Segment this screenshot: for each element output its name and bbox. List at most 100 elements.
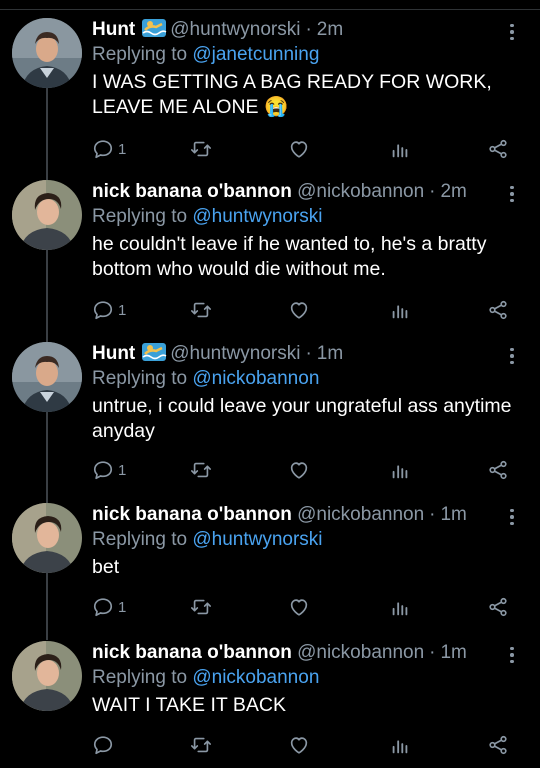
thread-line xyxy=(46,412,48,504)
display-name[interactable]: nick banana o'bannon xyxy=(92,504,292,525)
display-name[interactable]: nick banana o'bannon xyxy=(92,181,292,202)
reply-button[interactable]: 1 xyxy=(92,594,126,620)
tweet[interactable]: nick banana o'bannon @nickobannon · 1m Rep… xyxy=(0,641,540,768)
retweet-icon xyxy=(190,459,212,481)
avatar[interactable] xyxy=(12,18,82,88)
display-name[interactable]: Hunt xyxy=(92,19,135,40)
reply-count: 1 xyxy=(118,598,127,616)
more-options-icon[interactable] xyxy=(502,182,522,206)
share-button[interactable] xyxy=(487,594,509,620)
more-options-icon[interactable] xyxy=(502,344,522,368)
share-button[interactable] xyxy=(487,732,509,758)
like-button[interactable] xyxy=(288,594,310,620)
analytics-button[interactable] xyxy=(389,136,411,162)
more-options-icon[interactable] xyxy=(502,20,522,44)
avatar[interactable] xyxy=(12,180,82,250)
reply-button[interactable]: 1 xyxy=(92,136,126,162)
analytics-icon xyxy=(389,459,411,481)
share-icon xyxy=(487,734,509,756)
timestamp[interactable]: 2m xyxy=(317,19,343,40)
tweet[interactable]: Hunt @huntwynorski · 2m Replying to @janetc… xyxy=(0,18,540,186)
handle[interactable]: @nickobannon xyxy=(297,642,424,663)
action-bar: 1 xyxy=(92,594,522,620)
share-button[interactable] xyxy=(487,136,509,162)
timestamp[interactable]: 1m xyxy=(440,642,466,663)
separator: · xyxy=(305,19,312,40)
retweet-button[interactable] xyxy=(190,136,212,162)
handle[interactable]: @nickobannon xyxy=(297,504,424,525)
reply-icon xyxy=(92,138,114,160)
like-button[interactable] xyxy=(288,732,310,758)
reply-context: Replying to @huntwynorski xyxy=(92,205,526,229)
analytics-button[interactable] xyxy=(389,297,411,323)
tweet-text: I WAS GETTING A BAG READY FOR WORK, LEAV… xyxy=(92,71,492,118)
like-button[interactable] xyxy=(288,297,310,323)
separator: · xyxy=(429,504,436,525)
display-name[interactable]: nick banana o'bannon xyxy=(92,642,292,663)
tweet[interactable]: Hunt @huntwynorski · 1m Replying to @nickob… xyxy=(0,342,540,504)
tweet[interactable]: nick banana o'bannon @nickobannon · 2m Rep… xyxy=(0,180,540,342)
share-button[interactable] xyxy=(487,457,509,483)
reply-context: Replying to @nickobannon xyxy=(92,367,526,391)
share-button[interactable] xyxy=(487,297,509,323)
like-icon xyxy=(288,459,310,481)
share-icon xyxy=(487,459,509,481)
more-options-icon[interactable] xyxy=(502,505,522,529)
tweet[interactable]: nick banana o'bannon @nickobannon · 1m Rep… xyxy=(0,503,540,640)
retweet-icon xyxy=(190,138,212,160)
retweet-icon xyxy=(190,734,212,756)
handle[interactable]: @huntwynorski xyxy=(170,19,300,40)
separator: · xyxy=(429,181,436,202)
reply-icon xyxy=(92,596,114,618)
reply-button[interactable] xyxy=(92,732,118,758)
timestamp[interactable]: 2m xyxy=(440,181,466,202)
timestamp[interactable]: 1m xyxy=(317,343,343,364)
thread-line xyxy=(46,88,48,186)
handle[interactable]: @nickobannon xyxy=(297,181,424,202)
analytics-button[interactable] xyxy=(389,594,411,620)
like-button[interactable] xyxy=(288,136,310,162)
action-bar: 1 xyxy=(92,136,522,162)
retweet-button[interactable] xyxy=(190,594,212,620)
retweet-icon xyxy=(190,596,212,618)
reply-to-link[interactable]: @nickobannon xyxy=(192,667,319,688)
reply-button[interactable]: 1 xyxy=(92,457,126,483)
share-icon xyxy=(487,299,509,321)
reply-prefix: Replying to xyxy=(92,667,188,688)
like-button[interactable] xyxy=(288,457,310,483)
reply-context: Replying to @huntwynorski xyxy=(92,528,526,552)
reply-to-link[interactable]: @nickobannon xyxy=(192,368,319,389)
tweet-text: he couldn't leave if he wanted to, he's … xyxy=(92,233,487,280)
retweet-button[interactable] xyxy=(190,732,212,758)
action-bar xyxy=(92,732,522,758)
retweet-button[interactable] xyxy=(190,457,212,483)
reply-to-link[interactable]: @huntwynorski xyxy=(192,206,322,227)
timestamp[interactable]: 1m xyxy=(440,504,466,525)
like-icon xyxy=(288,299,310,321)
reply-button[interactable]: 1 xyxy=(92,297,126,323)
reply-prefix: Replying to xyxy=(92,44,188,65)
separator: · xyxy=(429,642,436,663)
reply-count: 1 xyxy=(118,301,127,319)
avatar[interactable] xyxy=(12,641,82,711)
tweet-text: bet xyxy=(92,556,120,578)
reply-to-link[interactable]: @huntwynorski xyxy=(192,529,322,550)
separator: · xyxy=(305,343,312,364)
tweet-text: WAIT I TAKE IT BACK xyxy=(92,694,286,716)
reply-to-link[interactable]: @janetcunning xyxy=(192,44,319,65)
swimmer-emoji-icon xyxy=(141,18,167,45)
analytics-button[interactable] xyxy=(389,732,411,758)
reply-prefix: Replying to xyxy=(92,529,188,550)
swimmer-emoji-icon xyxy=(141,342,167,369)
retweet-button[interactable] xyxy=(190,297,212,323)
share-icon xyxy=(487,596,509,618)
handle[interactable]: @huntwynorski xyxy=(170,343,300,364)
tweet-text: untrue, i could leave your ungrateful as… xyxy=(92,395,512,442)
avatar[interactable] xyxy=(12,503,82,573)
display-name[interactable]: Hunt xyxy=(92,343,135,364)
reply-count: 1 xyxy=(118,461,127,479)
avatar[interactable] xyxy=(12,342,82,412)
analytics-button[interactable] xyxy=(389,457,411,483)
share-icon xyxy=(487,138,509,160)
more-options-icon[interactable] xyxy=(502,643,522,667)
